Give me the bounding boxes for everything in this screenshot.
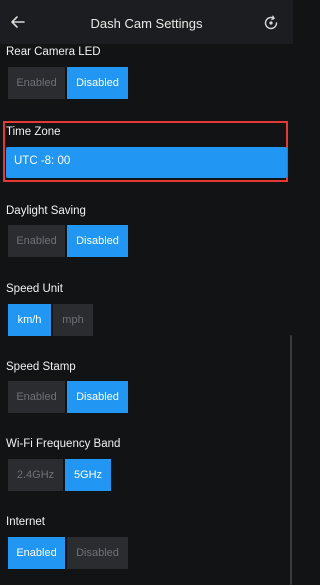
scrollbar[interactable] bbox=[290, 335, 292, 585]
time-zone-value: UTC -8: 00 bbox=[14, 155, 71, 167]
page-title: Dash Cam Settings bbox=[90, 16, 203, 31]
speed-unit-mph-option[interactable]: mph bbox=[53, 304, 93, 336]
time-zone-label: Time Zone bbox=[6, 126, 61, 138]
refresh-icon[interactable] bbox=[263, 15, 279, 31]
daylight-saving-toggle: Enabled Disabled bbox=[8, 225, 128, 257]
daylight-saving-enabled-option[interactable]: Enabled bbox=[8, 225, 65, 257]
internet-toggle: Enabled Disabled bbox=[8, 537, 128, 569]
daylight-saving-label: Daylight Saving bbox=[6, 205, 86, 217]
internet-label: Internet bbox=[6, 516, 45, 528]
speed-stamp-toggle: Enabled Disabled bbox=[8, 381, 128, 413]
speed-stamp-label: Speed Stamp bbox=[6, 361, 76, 373]
speed-unit-kmh-option[interactable]: km/h bbox=[8, 304, 51, 336]
time-zone-selector[interactable]: UTC -8: 00 bbox=[6, 147, 287, 178]
wifi-band-2-4ghz-option[interactable]: 2.4GHz bbox=[8, 459, 63, 491]
wifi-band-toggle: 2.4GHz 5GHz bbox=[8, 459, 111, 491]
daylight-saving-disabled-option[interactable]: Disabled bbox=[67, 225, 128, 257]
speed-unit-label: Speed Unit bbox=[6, 283, 63, 295]
top-bar: Dash Cam Settings bbox=[0, 0, 293, 44]
rear-camera-led-label: Rear Camera LED bbox=[6, 46, 101, 58]
internet-disabled-option[interactable]: Disabled bbox=[67, 537, 128, 569]
rear-camera-led-disabled-option[interactable]: Disabled bbox=[67, 67, 128, 99]
internet-enabled-option[interactable]: Enabled bbox=[8, 537, 65, 569]
speed-unit-toggle: km/h mph bbox=[8, 304, 93, 336]
wifi-band-label: Wi-Fi Frequency Band bbox=[6, 438, 121, 450]
rear-camera-led-toggle: Enabled Disabled bbox=[8, 67, 128, 99]
speed-stamp-disabled-option[interactable]: Disabled bbox=[67, 381, 128, 413]
rear-camera-led-enabled-option[interactable]: Enabled bbox=[8, 67, 65, 99]
speed-stamp-enabled-option[interactable]: Enabled bbox=[8, 381, 65, 413]
wifi-band-5ghz-option[interactable]: 5GHz bbox=[65, 459, 111, 491]
